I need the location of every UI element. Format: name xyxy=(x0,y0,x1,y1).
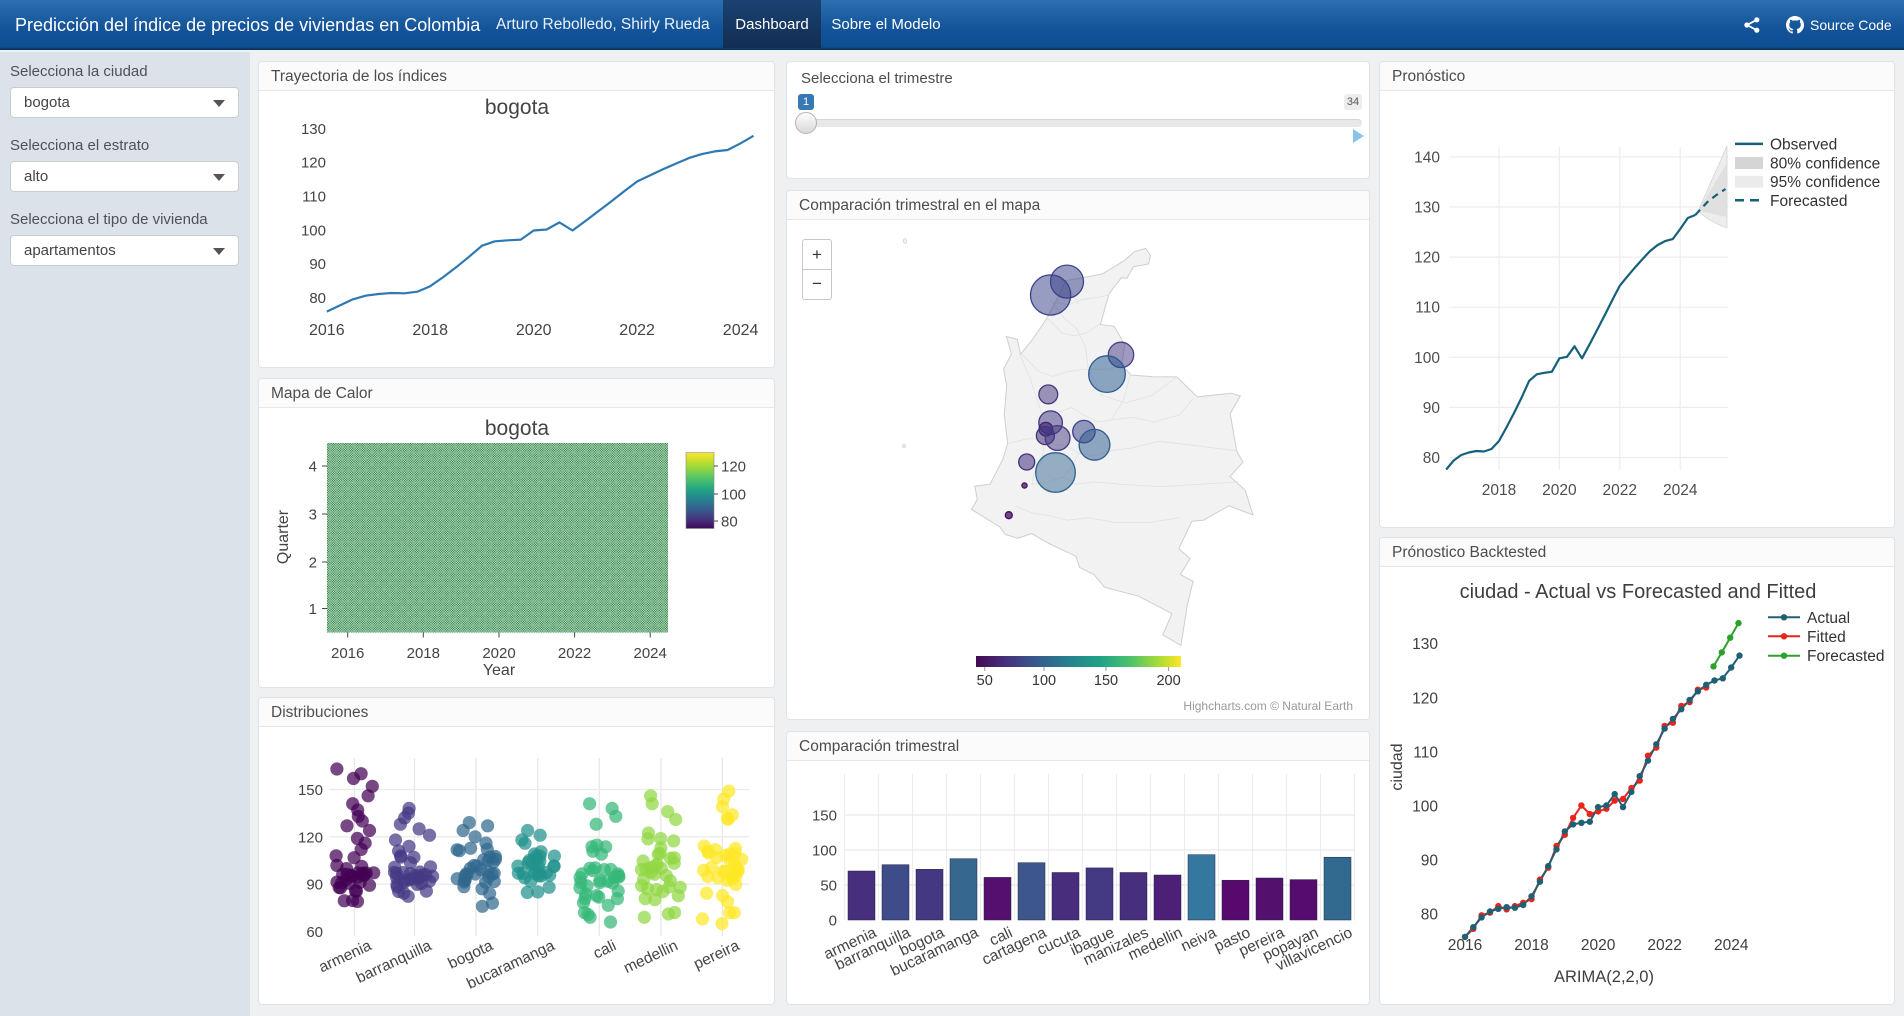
svg-text:110: 110 xyxy=(302,189,326,206)
svg-text:90: 90 xyxy=(1423,400,1441,417)
svg-text:150: 150 xyxy=(1094,673,1118,689)
svg-text:50: 50 xyxy=(977,673,993,689)
svg-text:80: 80 xyxy=(721,514,738,531)
svg-text:2022: 2022 xyxy=(1603,482,1637,499)
svg-text:cali: cali xyxy=(591,937,619,962)
svg-text:100: 100 xyxy=(1412,799,1438,816)
svg-text:2016: 2016 xyxy=(331,645,364,662)
svg-text:80: 80 xyxy=(309,290,326,307)
svg-text:2024: 2024 xyxy=(634,645,667,662)
svg-text:90: 90 xyxy=(306,877,323,894)
svg-text:120: 120 xyxy=(301,155,326,172)
svg-text:2018: 2018 xyxy=(1482,482,1516,499)
svg-text:2020: 2020 xyxy=(1581,937,1616,954)
svg-text:2018: 2018 xyxy=(412,322,448,339)
svg-text:60: 60 xyxy=(306,924,323,941)
svg-text:100: 100 xyxy=(812,843,837,860)
svg-text:Actual: Actual xyxy=(1807,610,1850,627)
svg-text:100: 100 xyxy=(721,487,746,504)
svg-text:2022: 2022 xyxy=(558,645,591,662)
svg-text:130: 130 xyxy=(301,121,326,138)
svg-text:0: 0 xyxy=(829,913,837,930)
svg-text:150: 150 xyxy=(298,782,323,799)
svg-text:90: 90 xyxy=(1421,853,1439,870)
svg-text:bogota: bogota xyxy=(485,417,550,440)
svg-text:Highcharts.com © Natural Earth: Highcharts.com © Natural Earth xyxy=(1183,699,1353,713)
svg-text:3: 3 xyxy=(309,507,317,524)
svg-text:120: 120 xyxy=(721,459,746,476)
svg-text:Year: Year xyxy=(483,662,516,679)
svg-text:medellin: medellin xyxy=(621,937,681,977)
svg-text:90: 90 xyxy=(309,256,326,273)
svg-text:2018: 2018 xyxy=(1514,937,1548,954)
svg-text:120: 120 xyxy=(1412,690,1438,707)
svg-text:ciudad - Actual vs Forecasted: ciudad - Actual vs Forecasted and Fitted xyxy=(1460,581,1817,603)
svg-text:130: 130 xyxy=(1414,200,1440,217)
svg-text:110: 110 xyxy=(1413,744,1438,761)
svg-text:2024: 2024 xyxy=(723,322,759,339)
svg-text:2020: 2020 xyxy=(482,645,515,662)
svg-text:100: 100 xyxy=(1032,673,1056,689)
svg-text:200: 200 xyxy=(1156,673,1180,689)
svg-text:95% confidence: 95% confidence xyxy=(1770,174,1880,191)
svg-text:2: 2 xyxy=(309,555,317,572)
svg-text:2022: 2022 xyxy=(619,322,655,339)
svg-text:Quarter: Quarter xyxy=(275,509,292,564)
svg-text:80: 80 xyxy=(1423,450,1441,467)
svg-text:120: 120 xyxy=(298,829,323,846)
svg-text:1: 1 xyxy=(309,601,317,618)
svg-text:4: 4 xyxy=(309,459,317,476)
svg-text:Observed: Observed xyxy=(1770,136,1837,153)
svg-text:2020: 2020 xyxy=(516,322,552,339)
svg-text:120: 120 xyxy=(1414,250,1440,267)
svg-text:2020: 2020 xyxy=(1542,482,1577,499)
svg-text:130: 130 xyxy=(1412,636,1438,653)
svg-text:Forecasted: Forecasted xyxy=(1807,648,1885,665)
svg-text:pereira: pereira xyxy=(691,937,742,973)
svg-text:ciudad: ciudad xyxy=(1389,743,1406,790)
svg-text:100: 100 xyxy=(301,222,326,239)
svg-text:80% confidence: 80% confidence xyxy=(1770,156,1880,173)
svg-text:150: 150 xyxy=(812,808,837,825)
svg-text:140: 140 xyxy=(1414,149,1440,166)
svg-text:2022: 2022 xyxy=(1647,937,1681,954)
svg-text:bogota: bogota xyxy=(485,96,550,119)
svg-text:110: 110 xyxy=(1415,300,1440,317)
svg-text:Fitted: Fitted xyxy=(1807,629,1846,646)
svg-text:100: 100 xyxy=(1414,350,1440,367)
svg-text:50: 50 xyxy=(820,878,837,895)
svg-text:80: 80 xyxy=(1421,907,1439,924)
svg-text:Forecasted: Forecasted xyxy=(1770,193,1848,210)
svg-text:2024: 2024 xyxy=(1714,937,1749,954)
svg-text:2018: 2018 xyxy=(407,645,440,662)
svg-text:ARIMA(2,2,0): ARIMA(2,2,0) xyxy=(1554,968,1654,986)
svg-text:2016: 2016 xyxy=(309,322,345,339)
svg-text:2024: 2024 xyxy=(1663,482,1698,499)
